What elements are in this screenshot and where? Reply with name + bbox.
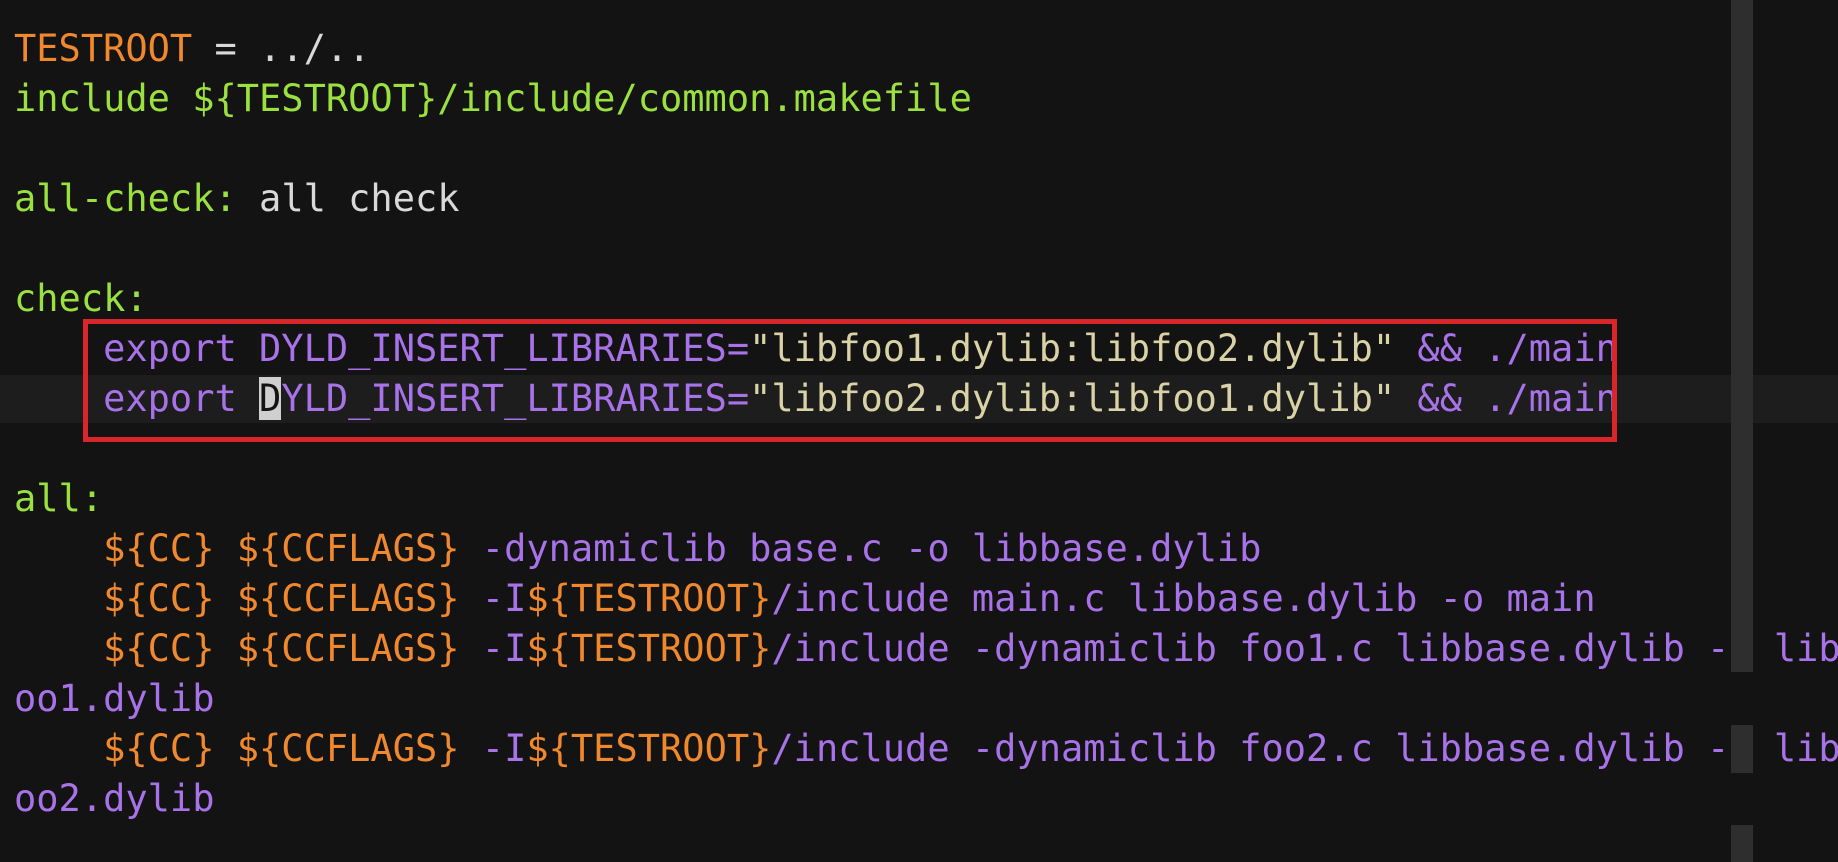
code-token: = ../.. xyxy=(192,27,371,70)
code-token: include ${TESTROOT}/include/common.makef… xyxy=(14,77,972,120)
vertical-scrollbar[interactable] xyxy=(1731,0,1753,862)
scrollbar-segment[interactable] xyxy=(1731,825,1753,862)
code-line[interactable]: ${CC} ${CCFLAGS} -I${TESTROOT}/include -… xyxy=(14,624,1838,674)
code-line[interactable]: oo1.dylib xyxy=(14,674,214,724)
code-token: /include -dynamiclib foo2.c libbase.dyli… xyxy=(771,727,1838,770)
code-line[interactable]: TESTROOT = ../.. xyxy=(14,24,370,74)
scrollbar-segment[interactable] xyxy=(1731,725,1753,773)
code-token: ${TESTROOT} xyxy=(526,627,772,670)
code-line[interactable]: ${CC} ${CCFLAGS} -I${TESTROOT}/include -… xyxy=(14,724,1838,774)
code-token: ${CC} ${CCFLAGS} xyxy=(14,577,460,620)
code-token: /include -dynamiclib foo1.c libbase.dyli… xyxy=(771,627,1838,670)
code-line[interactable]: ${CC} ${CCFLAGS} -dynamiclib base.c -o l… xyxy=(14,524,1261,574)
code-line[interactable]: include ${TESTROOT}/include/common.makef… xyxy=(14,74,972,124)
code-token: all: xyxy=(14,477,104,520)
code-token: -I xyxy=(459,727,527,770)
code-line[interactable]: check: xyxy=(14,274,148,324)
code-token: oo2.dylib xyxy=(14,777,215,820)
code-token: -I xyxy=(459,627,527,670)
code-line[interactable]: all: xyxy=(14,474,103,524)
annotation-highlight-box xyxy=(83,319,1617,442)
code-token: /include main.c libbase.dylib -o main xyxy=(771,577,1596,620)
code-token: -I xyxy=(459,577,527,620)
code-token: all-check: xyxy=(14,177,237,220)
code-editor[interactable]: TESTROOT = ../.. include ${TESTROOT}/incl… xyxy=(0,0,1838,862)
code-token: ${CC} ${CCFLAGS} xyxy=(14,627,460,670)
code-token: ${TESTROOT} xyxy=(526,727,772,770)
code-token: ${TESTROOT} xyxy=(526,577,772,620)
code-line[interactable]: oo2.dylib xyxy=(14,774,214,824)
scrollbar-segment[interactable] xyxy=(1731,0,1753,672)
code-line[interactable]: all-check: all check xyxy=(14,174,460,224)
code-token: -dynamiclib base.c -o libbase.dylib xyxy=(459,527,1262,570)
code-token: TESTROOT xyxy=(14,27,193,70)
code-line[interactable]: ${CC} ${CCFLAGS} -I${TESTROOT}/include m… xyxy=(14,574,1596,624)
code-token: ${CC} ${CCFLAGS} xyxy=(14,527,460,570)
code-token: oo1.dylib xyxy=(14,677,215,720)
code-token: all check xyxy=(236,177,460,220)
code-token: ${CC} ${CCFLAGS} xyxy=(14,727,460,770)
code-token: check: xyxy=(14,277,148,320)
